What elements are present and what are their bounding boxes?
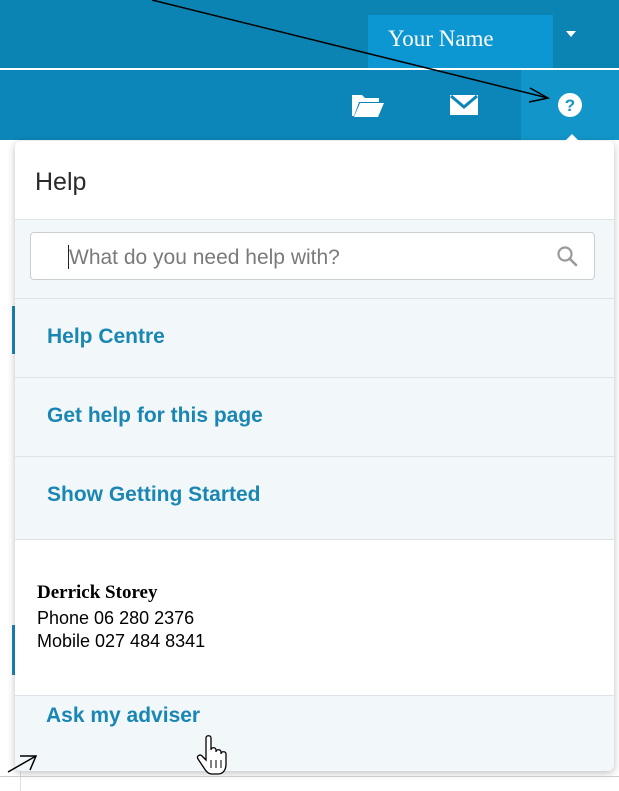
help-panel-title: Help: [35, 168, 87, 196]
adviser-name: Derrick Storey: [37, 582, 158, 603]
search-icon[interactable]: [556, 245, 578, 267]
mail-icon: [450, 94, 478, 115]
username-label[interactable]: Your Name: [388, 26, 494, 52]
adviser-card: Derrick Storey Phone 06 280 2376 Mobile …: [15, 539, 614, 696]
folder-icon: [352, 95, 384, 117]
ask-adviser-link[interactable]: Ask my adviser: [46, 704, 200, 728]
help-icon: ?: [558, 93, 582, 117]
help-button[interactable]: ?: [521, 70, 619, 140]
messages-button[interactable]: [434, 70, 494, 140]
page-help-link[interactable]: Get help for this page: [15, 377, 614, 455]
help-centre-label[interactable]: Help Centre: [47, 325, 165, 349]
help-panel: Help What do you need help with? Help Ce…: [15, 141, 614, 771]
getting-started-label[interactable]: Show Getting Started: [47, 483, 261, 507]
getting-started-link[interactable]: Show Getting Started: [15, 456, 614, 534]
adviser-mobile: Mobile 027 484 8341: [37, 631, 206, 651]
search-placeholder[interactable]: What do you need help with?: [69, 246, 340, 270]
svg-text:?: ?: [565, 96, 575, 115]
caret-down-icon[interactable]: [566, 31, 576, 37]
search-area: What do you need help with?: [15, 220, 614, 295]
help-search-input[interactable]: What do you need help with?: [30, 232, 595, 280]
help-panel-header: Help: [15, 141, 614, 220]
panel-pointer: [563, 134, 581, 143]
page-help-label[interactable]: Get help for this page: [47, 404, 263, 428]
adviser-phone: Phone 06 280 2376: [37, 608, 195, 628]
divider: [0, 776, 619, 777]
documents-button[interactable]: [338, 70, 398, 140]
help-centre-link[interactable]: Help Centre: [15, 298, 614, 376]
